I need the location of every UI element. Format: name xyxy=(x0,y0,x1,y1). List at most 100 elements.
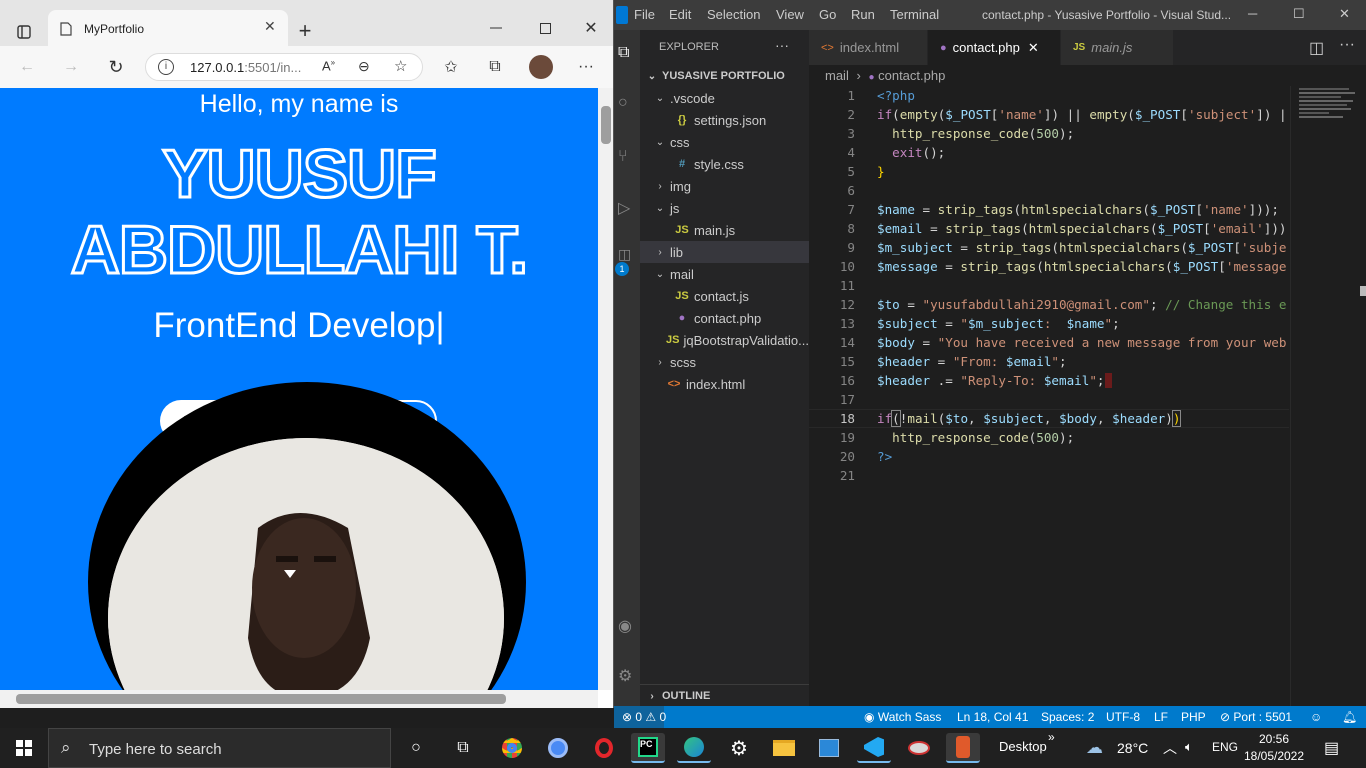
watch-sass-status[interactable]: ◉ Watch Sass xyxy=(864,710,941,724)
menu-run[interactable]: Run xyxy=(851,7,875,22)
menu-go[interactable]: Go xyxy=(819,7,836,22)
explorer-item[interactable]: JS main.js xyxy=(640,219,809,241)
close-window-icon[interactable]: ✕ xyxy=(581,18,601,38)
pycharm-icon[interactable]: PC xyxy=(631,733,665,763)
split-editor-icon[interactable]: ◫ xyxy=(1309,38,1324,58)
outline-section[interactable]: › OUTLINE xyxy=(640,685,809,707)
live-server-status[interactable]: ⊘ Port : 5501 xyxy=(1220,710,1292,724)
toolbar-overflow-chevron[interactable]: » xyxy=(1048,730,1055,744)
explorer-item[interactable]: <> index.html xyxy=(640,373,809,395)
run-debug-icon[interactable]: ▷ xyxy=(618,198,630,218)
collections-icon[interactable]: ⧉ xyxy=(484,56,506,78)
explorer-item[interactable]: › lib xyxy=(640,241,809,263)
maximize-icon[interactable] xyxy=(535,18,555,38)
add-favorite-icon[interactable]: ☆ xyxy=(394,57,407,75)
clock-time[interactable]: 20:56 xyxy=(1249,732,1299,746)
explorer-item[interactable]: # style.css xyxy=(640,153,809,175)
tab-index-html[interactable]: <> index.html xyxy=(809,30,927,65)
explorer-item[interactable]: {} settings.json xyxy=(640,109,809,131)
file-explorer-icon[interactable] xyxy=(767,733,801,763)
code-editor[interactable]: 1 <?php 2 if(empty($_POST['name']) || empt… xyxy=(809,86,1289,706)
explorer-item[interactable]: ⌄ css xyxy=(640,131,809,153)
extensions-icon[interactable]: ◫ xyxy=(618,246,631,263)
settings-gear-icon[interactable]: ⚙ xyxy=(618,666,632,686)
chevron-up-icon[interactable]: ︿ xyxy=(1163,738,1177,758)
forward-icon[interactable]: → xyxy=(60,56,82,78)
search-icon[interactable]: ○ xyxy=(618,94,628,112)
menu-selection[interactable]: Selection xyxy=(707,7,760,22)
language-status[interactable]: PHP xyxy=(1181,710,1206,724)
breadcrumb-folder[interactable]: mail xyxy=(825,68,849,83)
indentation-status[interactable]: Spaces: 2 xyxy=(1041,710,1094,724)
explorer-icon[interactable]: ⧉ xyxy=(618,44,629,62)
menu-terminal[interactable]: Terminal xyxy=(890,7,939,22)
browser-tab[interactable]: MyPortfolio ✕ xyxy=(48,10,288,46)
temperature-label[interactable]: 28°C xyxy=(1117,740,1148,756)
clock-date[interactable]: 18/05/2022 xyxy=(1243,749,1305,763)
settings-gear-icon[interactable]: ⚙ xyxy=(722,733,756,763)
zoom-icon[interactable]: ⊖ xyxy=(358,58,370,75)
menu-view[interactable]: View xyxy=(776,7,804,22)
vertical-scrollbar[interactable] xyxy=(598,88,613,690)
tab-contact-php[interactable]: ● contact.php ✕ xyxy=(928,30,1060,65)
explorer-more-icon[interactable]: ··· xyxy=(775,37,789,53)
source-control-icon[interactable]: ⑂ xyxy=(618,148,628,166)
info-icon[interactable]: i xyxy=(158,59,174,75)
tab-actions-icon[interactable] xyxy=(12,20,36,44)
cursor-position-status[interactable]: Ln 18, Col 41 xyxy=(957,710,1028,724)
minimize-icon[interactable]: ─ xyxy=(1248,6,1257,21)
eol-status[interactable]: LF xyxy=(1154,710,1168,724)
explorer-item[interactable]: › scss xyxy=(640,351,809,373)
chrome-icon[interactable] xyxy=(495,733,529,763)
windows-start-icon[interactable] xyxy=(7,733,41,763)
account-icon[interactable]: ◉ xyxy=(618,616,632,636)
horizontal-scroll-thumb[interactable] xyxy=(16,694,506,704)
explorer-item[interactable]: JS contact.js xyxy=(640,285,809,307)
language-indicator[interactable]: ENG xyxy=(1212,740,1238,754)
new-tab-button[interactable]: + xyxy=(294,18,316,43)
cortana-icon[interactable]: ○ xyxy=(399,733,433,763)
close-tab-icon[interactable]: ✕ xyxy=(1028,40,1039,56)
menu-edit[interactable]: Edit xyxy=(669,7,691,22)
minimize-icon[interactable] xyxy=(486,18,506,38)
taskbar-search[interactable]: ⌕ Type here to search xyxy=(48,728,391,768)
explorer-item[interactable]: › img xyxy=(640,175,809,197)
minimap[interactable] xyxy=(1290,86,1366,706)
tab-main-js[interactable]: JS main.js xyxy=(1061,30,1173,65)
vscode-icon[interactable] xyxy=(857,733,891,763)
explorer-item[interactable]: ● contact.php xyxy=(640,307,809,329)
breadcrumb-file[interactable]: contact.php xyxy=(878,68,945,83)
volume-icon[interactable]: 🔈︎ xyxy=(1185,739,1193,755)
editor-more-icon[interactable]: ··· xyxy=(1339,36,1355,54)
explorer-item[interactable]: ⌄ .vscode xyxy=(640,87,809,109)
restore-icon[interactable]: ☐ xyxy=(1293,6,1305,22)
explorer-item[interactable]: ⌄ mail xyxy=(640,263,809,285)
app-icon[interactable] xyxy=(902,733,936,763)
photos-icon[interactable] xyxy=(812,733,846,763)
read-aloud-icon[interactable]: A» xyxy=(322,58,335,73)
problems-status[interactable]: ⊗ 0 ⚠ 0 xyxy=(622,710,666,724)
desktop-toolbar-label[interactable]: Desktop xyxy=(999,739,1047,754)
profile-avatar[interactable] xyxy=(529,55,553,79)
refresh-icon[interactable]: ↻ xyxy=(105,56,127,78)
menu-file[interactable]: File xyxy=(634,7,655,22)
feedback-icon[interactable]: ☺ xyxy=(1310,710,1322,724)
edge-icon[interactable] xyxy=(677,733,711,763)
address-bar[interactable]: i 127.0.0.1:5501/in... A» ⊖ ☆ xyxy=(145,53,423,81)
explorer-item[interactable]: JS jqBootstrapValidatio... xyxy=(640,329,809,351)
encoding-status[interactable]: UTF-8 xyxy=(1106,710,1140,724)
explorer-item[interactable]: ⌄ js xyxy=(640,197,809,219)
notifications-bell-icon[interactable]: 🔔︎ xyxy=(1342,710,1357,724)
weather-icon[interactable]: ☁ xyxy=(1086,738,1103,758)
more-menu-icon[interactable]: ··· xyxy=(575,56,597,78)
opera-icon[interactable] xyxy=(587,733,621,763)
close-window-icon[interactable]: ✕ xyxy=(1339,6,1350,22)
chromium-icon[interactable] xyxy=(541,733,575,763)
back-icon[interactable]: ← xyxy=(16,56,38,78)
workspace-root[interactable]: ⌄ YUSASIVE PORTFOLIO xyxy=(640,65,809,87)
app-running-icon[interactable] xyxy=(946,733,980,763)
notification-center-icon[interactable]: ▤ xyxy=(1324,738,1339,758)
favorites-icon[interactable]: ✩ xyxy=(440,56,462,78)
close-tab-icon[interactable]: ✕ xyxy=(264,18,276,35)
task-view-icon[interactable]: ⧉ xyxy=(446,733,480,763)
